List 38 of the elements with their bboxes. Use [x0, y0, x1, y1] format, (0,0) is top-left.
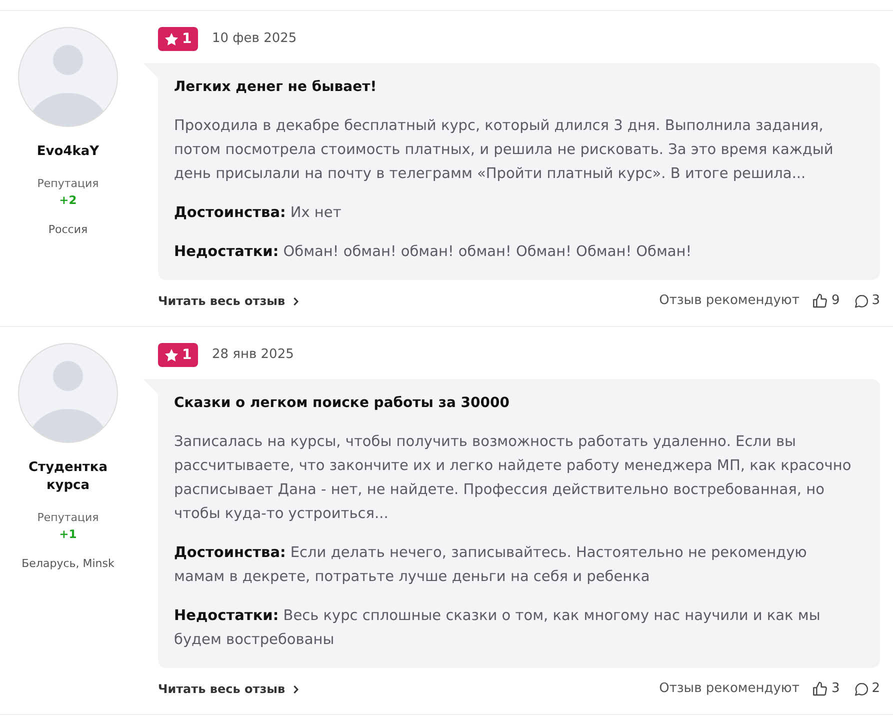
review-date: 28 янв 2025 — [212, 346, 294, 364]
thumbs-up-icon — [812, 681, 828, 697]
avatar-icon — [18, 343, 118, 443]
like-button[interactable]: 3 — [812, 679, 840, 699]
author-name: Студентка курса — [28, 459, 108, 495]
read-full-review-link[interactable]: Читать весь отзыв — [158, 292, 300, 310]
recommend-label: Отзыв рекомендуют — [659, 680, 800, 698]
star-icon — [164, 348, 179, 362]
comments-button[interactable]: 2 — [854, 679, 880, 699]
chevron-right-icon — [293, 684, 300, 694]
review-title: Сказки о легком поиске работы за 30000 — [174, 394, 510, 413]
star-icon — [164, 32, 179, 46]
review-cons: Недостатки: Весь курс сплошные сказки о том, как многому нас научили и как мы будем востребованы — [174, 607, 822, 650]
rating-value: 1 — [182, 347, 192, 363]
reputation-label: Репутация — [37, 176, 99, 192]
author-location: Россия — [48, 222, 88, 238]
review-pros: Достоинства: Если делать нечего, записывайтесь. Настоятельно не рекомендую мамам в декрете, потратьте лучше деньги на себя и ребенка — [174, 544, 808, 587]
chevron-right-icon — [293, 296, 300, 306]
review-text: Записалась на курсы, чтобы получить возможность работать удаленно. Если вы рассчитываете, что закончите их и легко найдете работу менеджера МП, как красочно расписывает Дана - нет, не найдете. Профессия действительно востребованная, но чтобы куда-то устроиться... — [174, 433, 852, 524]
avatar-icon — [18, 27, 118, 127]
review-cons: Недостатки: Обман! обман! обман! обман! Обман! Обман! Обман! — [174, 243, 693, 262]
rating-value: 1 — [182, 31, 192, 47]
review-pros: Достоинства: Их нет — [174, 204, 342, 223]
comment-icon — [854, 682, 869, 696]
comment-icon — [854, 294, 869, 308]
author-location: Беларусь, Minsk — [22, 556, 114, 572]
read-full-review-link[interactable]: Читать весь отзыв — [158, 680, 300, 698]
thumbs-up-icon — [812, 293, 828, 309]
comments-button[interactable]: 3 — [854, 291, 880, 311]
reputation-value: +1 — [59, 526, 77, 542]
reputation-label: Репутация — [37, 510, 99, 526]
review-title: Легких денег не бывает! — [174, 78, 378, 97]
review-date: 10 фев 2025 — [212, 30, 297, 48]
like-button[interactable]: 9 — [812, 291, 840, 311]
recommend-label: Отзыв рекомендуют — [659, 292, 800, 310]
author-name: Evo4kaY — [36, 143, 100, 161]
review-text: Проходила в декабре бесплатный курс, который длился 3 дня. Выполнила задания, потом посмотрела стоимость платных, и решила не рисковать. За это время каждый день присылали на почту в телеграмм «Пройти платный курс». В итоге решила... — [174, 117, 834, 184]
reputation-value: +2 — [59, 192, 77, 208]
